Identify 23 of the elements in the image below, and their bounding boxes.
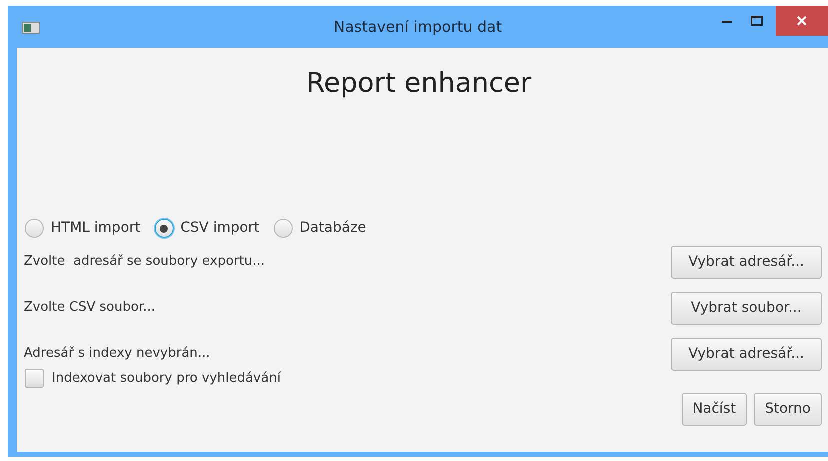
browse-button[interactable]: Vybrat adresář... [671, 338, 822, 370]
close-icon [797, 16, 807, 26]
minimize-icon [722, 20, 732, 22]
checkbox[interactable] [25, 369, 44, 388]
dialog-button[interactable]: Načíst [682, 392, 748, 426]
radio-button[interactable] [274, 219, 293, 238]
maximize-icon [751, 16, 763, 26]
close-button[interactable] [776, 6, 828, 36]
app-icon [22, 22, 40, 34]
path-status-label: Adresář s indexy nevybrán... [24, 345, 210, 364]
radio-option[interactable]: HTML import [25, 218, 141, 239]
app-heading: Report enhancer [305, 67, 533, 101]
dialog-button[interactable]: Storno [754, 392, 822, 426]
browse-button[interactable]: Vybrat soubor... [671, 292, 822, 324]
window-title: Nastavení importu dat [334, 16, 502, 38]
radio-option[interactable]: CSV import [154, 218, 260, 239]
path-status-label: Zvolte adresář se soubory exportu... [24, 253, 266, 272]
radio-button[interactable] [154, 219, 174, 238]
radio-option[interactable]: Databáze [274, 218, 366, 239]
radio-button[interactable] [25, 219, 44, 238]
browse-button[interactable]: Vybrat adresář... [671, 246, 822, 278]
path-status-label: Zvolte CSV soubor... [24, 299, 156, 318]
index-checkbox-option[interactable]: Indexovat soubory pro vyhledávání [25, 369, 822, 388]
